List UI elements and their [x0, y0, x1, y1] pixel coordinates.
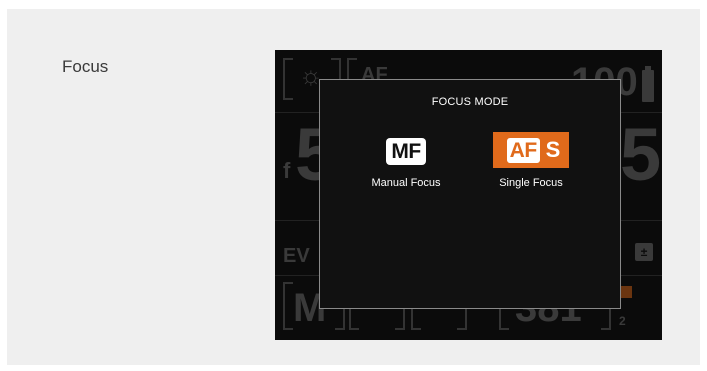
dialog-title: FOCUS MODE [431, 96, 509, 108]
af-s-icon: AF S [492, 132, 570, 168]
af-badge: AF [506, 137, 540, 163]
bracket-left-icon [283, 282, 293, 330]
section-title: Focus [62, 57, 109, 76]
battery-icon [642, 66, 654, 102]
exposure-compensation-icon: ± [635, 243, 653, 261]
mf-icon: MF [386, 138, 426, 165]
bracket-left-icon [283, 58, 293, 100]
manual-focus-option[interactable]: MF Manual Focus [356, 132, 456, 189]
single-focus-option[interactable]: AF S Single Focus [476, 132, 586, 189]
camera-lcd-screen: ☼ AF 100 f 5 5 EV ± M 381 2 FOCUS MODE M… [275, 50, 662, 340]
subscript-value: 2 [619, 314, 626, 328]
manual-focus-label: Manual Focus [371, 177, 441, 189]
ev-label: EV [283, 245, 310, 267]
shutter-digit: 5 [620, 113, 662, 196]
single-focus-label: Single Focus [499, 177, 563, 189]
aperture-prefix: f [283, 158, 291, 183]
focus-mode-dialog: FOCUS MODE MF Manual Focus AF S Single F… [319, 79, 621, 309]
indicator-mark [620, 286, 632, 298]
af-s-suffix: S [545, 137, 561, 162]
